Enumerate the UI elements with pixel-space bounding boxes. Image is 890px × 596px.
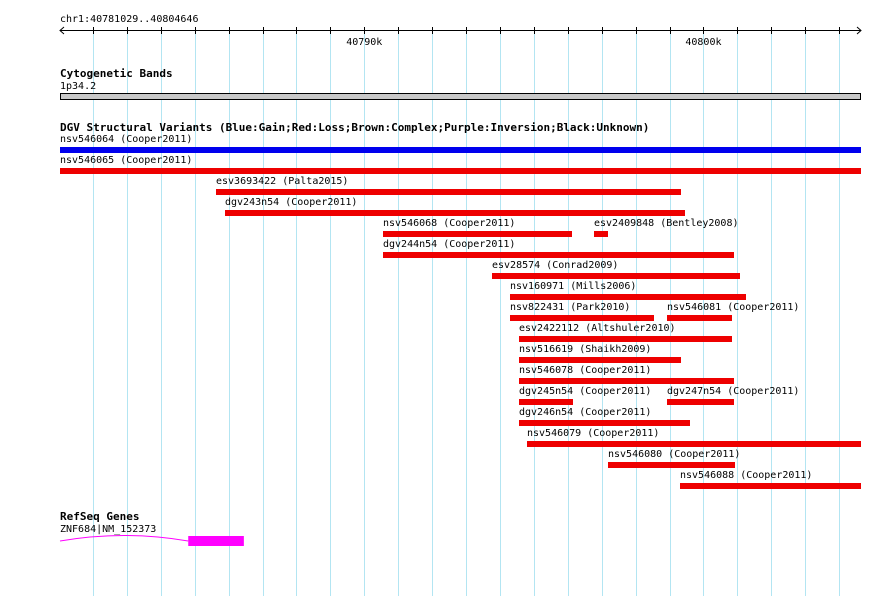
gene-intron[interactable] [59,535,189,542]
gene-model[interactable] [0,0,890,596]
gene-exon[interactable] [188,536,244,546]
genome-browser-panel: chr1:40781029..40804646 40790k 40800k Cyt… [0,0,890,596]
